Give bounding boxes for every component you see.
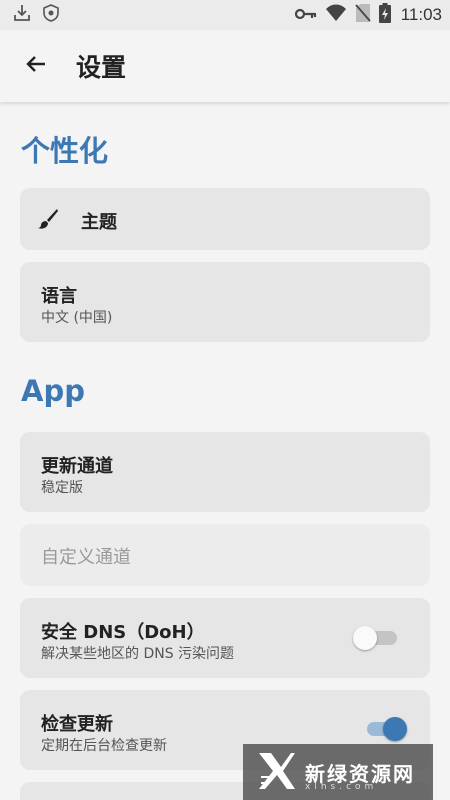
secure-dns-switch[interactable]	[353, 626, 397, 650]
battery-icon	[378, 3, 391, 27]
watermark-sub: xlhs.com	[305, 782, 378, 792]
check-updates-label: 检查更新	[41, 714, 113, 735]
theme-label: 主题	[81, 212, 117, 233]
watermark-logo-icon	[257, 749, 297, 795]
status-bar: 11:03	[0, 0, 450, 30]
update-channel-label: 更新通道	[41, 456, 113, 477]
page-title: 设置	[76, 53, 127, 82]
no-sim-icon	[355, 3, 371, 27]
check-updates-description: 定期在后台检查更新	[41, 738, 167, 754]
custom-channel-placeholder: 自定义通道	[41, 547, 131, 568]
secure-dns-label: 安全 DNS（DoH）	[41, 622, 205, 643]
secure-dns-description: 解决某些地区的 DNS 污染问题	[41, 646, 235, 662]
theme-setting[interactable]: 主题	[20, 188, 430, 250]
section-header-app: App	[21, 374, 85, 408]
section-header-personalization: 个性化	[21, 134, 109, 168]
download-icon	[12, 3, 32, 27]
brush-icon	[37, 208, 59, 234]
language-value: 中文 (中国)	[41, 310, 113, 326]
update-channel-setting[interactable]: 更新通道 稳定版	[20, 432, 430, 512]
arrow-left-icon	[24, 52, 48, 80]
secure-dns-setting[interactable]: 安全 DNS（DoH） 解决某些地区的 DNS 污染问题	[20, 598, 430, 678]
shield-icon	[42, 3, 60, 27]
watermark: 新绿资源网 xlhs.com	[243, 744, 433, 800]
custom-channel-input[interactable]: 自定义通道	[20, 524, 430, 586]
status-time: 11:03	[400, 5, 442, 24]
wifi-icon	[325, 4, 347, 26]
app-bar: 设置	[0, 30, 450, 102]
check-updates-switch[interactable]	[367, 717, 407, 741]
key-icon	[294, 6, 317, 25]
update-channel-value: 稳定版	[41, 480, 83, 496]
language-setting[interactable]: 语言 中文 (中国)	[20, 262, 430, 342]
language-label: 语言	[41, 286, 77, 307]
back-button[interactable]	[18, 48, 54, 84]
